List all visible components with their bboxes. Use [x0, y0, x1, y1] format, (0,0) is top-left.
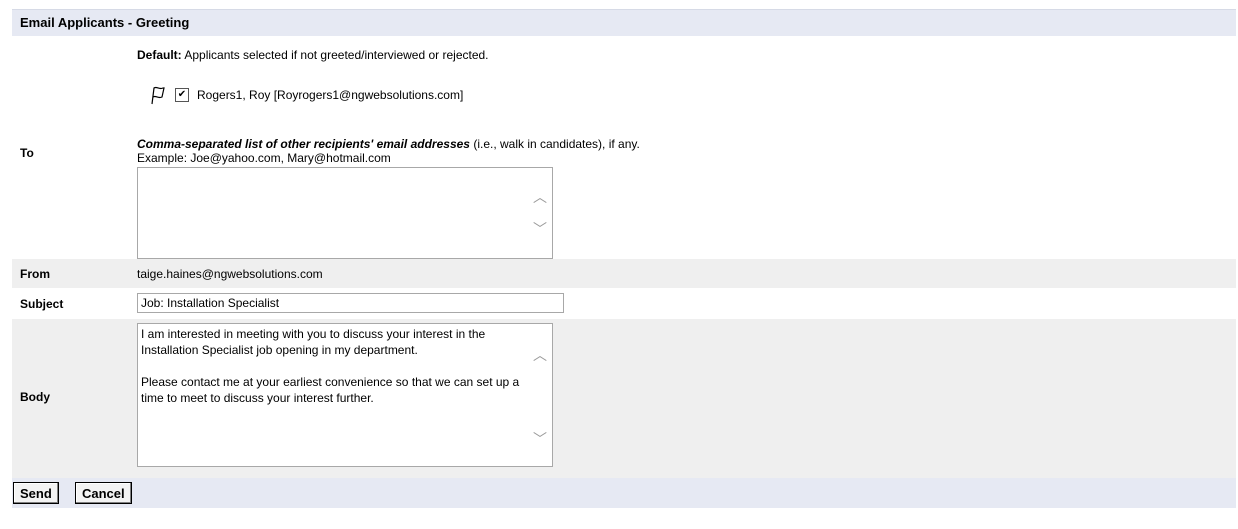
chevron-up-icon[interactable]: ︿ [533, 187, 547, 207]
instruction-text: (i.e., walk in candidates), if any. [469, 137, 640, 151]
flag-icon[interactable] [147, 84, 169, 106]
applicant-item: ✔ Rogers1, Roy [Royrogers1@ngwebsolution… [147, 84, 463, 106]
recipients-instructions: Comma-separated list of other recipients… [137, 137, 640, 165]
email-applicants-panel: Email Applicants - Greeting To Default: … [12, 9, 1236, 508]
from-value: taige.haines@ngwebsolutions.com [137, 267, 323, 281]
cancel-button[interactable]: Cancel [75, 482, 132, 504]
to-label: To [20, 146, 34, 160]
body-textarea[interactable]: I am interested in meeting with you to d… [137, 323, 553, 467]
chevron-up-icon[interactable]: ︿ [533, 345, 547, 365]
subject-row: Subject [12, 288, 1236, 319]
from-row: From taige.haines@ngwebsolutions.com [12, 259, 1236, 288]
panel-title: Email Applicants - Greeting [12, 9, 1236, 36]
body-label: Body [20, 390, 50, 404]
default-note: Default: Applicants selected if not gree… [137, 48, 489, 62]
send-button[interactable]: Send [13, 482, 59, 504]
chevron-down-icon[interactable]: ﹀ [533, 219, 547, 239]
body-wrap: I am interested in meeting with you to d… [137, 323, 553, 467]
body-row: Body I am interested in meeting with you… [12, 319, 1236, 478]
chevron-down-icon[interactable]: ﹀ [533, 429, 547, 449]
other-recipients-wrap: ︿ ﹀ [137, 167, 553, 259]
default-bold: Default: [137, 48, 182, 62]
instruction-example: Example: Joe@yahoo.com, Mary@hotmail.com [137, 151, 391, 165]
subject-label: Subject [20, 297, 64, 311]
applicant-name: Rogers1, Roy [Royrogers1@ngwebsolutions.… [197, 88, 464, 102]
applicant-checkbox[interactable]: ✔ [175, 88, 189, 102]
to-row: To Default: Applicants selected if not g… [12, 36, 1236, 259]
instruction-bold: Comma-separated list of other recipients… [137, 137, 470, 151]
actions-row: Send Cancel [12, 478, 1236, 508]
default-text: Applicants selected if not greeted/inter… [181, 48, 489, 62]
other-recipients-textarea[interactable] [137, 167, 553, 259]
subject-input[interactable] [137, 293, 564, 313]
from-label: From [20, 267, 50, 281]
